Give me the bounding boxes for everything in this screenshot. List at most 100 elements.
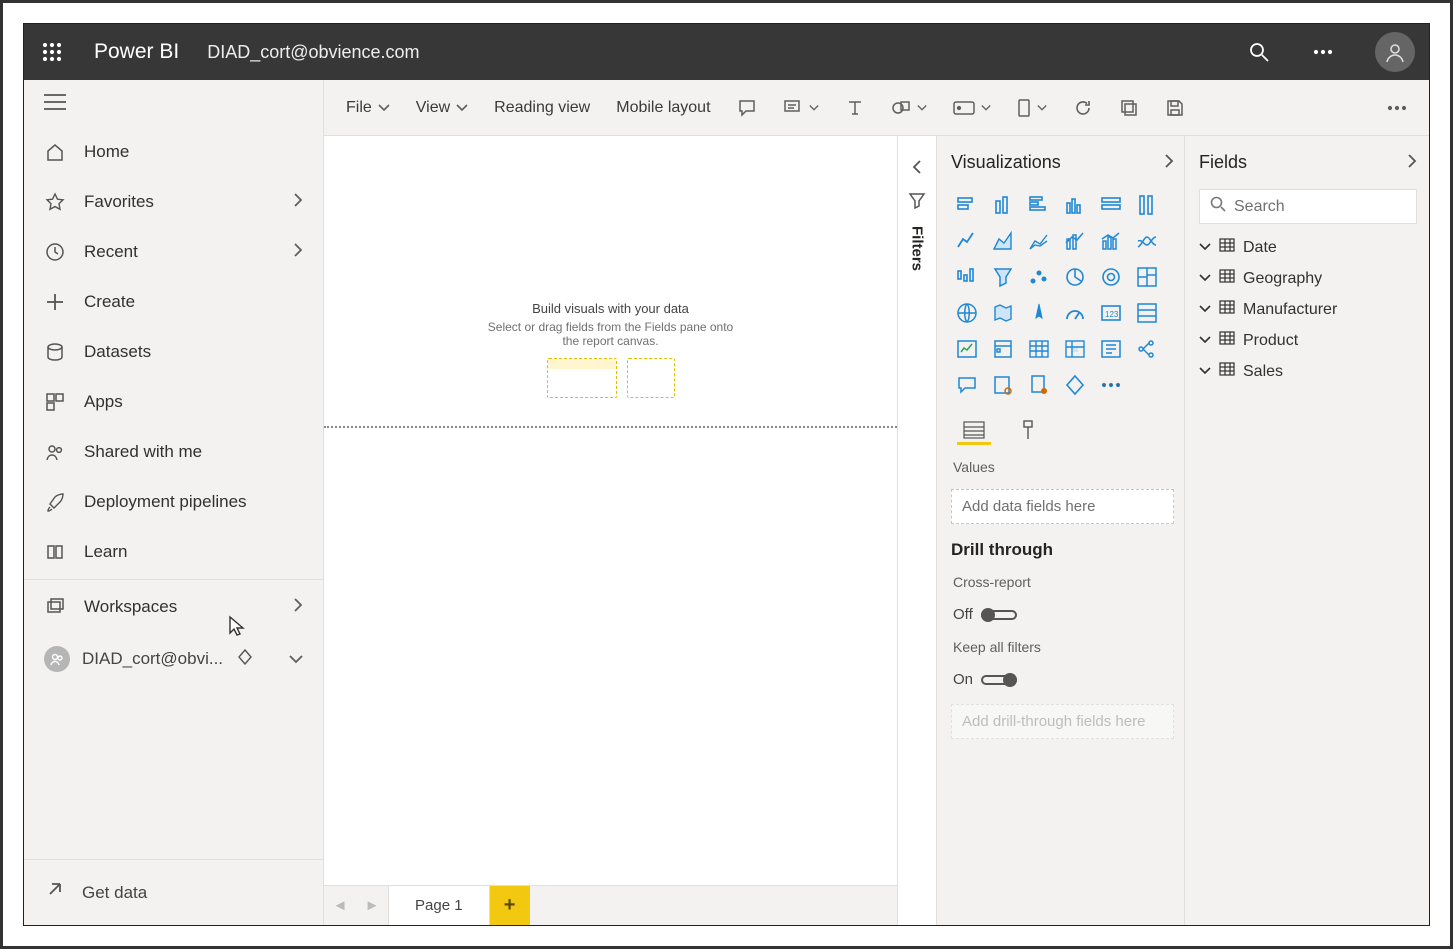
mobile-layout-button[interactable]: Mobile layout bbox=[610, 95, 716, 121]
nav-create[interactable]: Create bbox=[24, 277, 323, 327]
fields-search[interactable]: Search bbox=[1199, 189, 1417, 224]
left-nav: Home Favorites Recent Create Datasets bbox=[24, 80, 324, 925]
workspaces-icon bbox=[44, 596, 66, 618]
menu-label: View bbox=[416, 99, 450, 117]
viz-decomposition-icon[interactable] bbox=[1131, 333, 1163, 365]
keep-filters-toggle[interactable]: On bbox=[951, 669, 1174, 690]
field-table[interactable]: Sales bbox=[1199, 362, 1417, 381]
hamburger-icon[interactable] bbox=[24, 80, 323, 127]
viz-card-icon[interactable]: 123 bbox=[1095, 297, 1127, 329]
nav-shared[interactable]: Shared with me bbox=[24, 427, 323, 477]
app-launcher-icon[interactable] bbox=[38, 38, 66, 66]
chat-dropdown-icon[interactable] bbox=[777, 94, 825, 122]
global-header: Power BI DIAD_cort@obvience.com bbox=[24, 24, 1429, 80]
table-icon bbox=[1219, 362, 1235, 381]
nav-deployment-pipelines[interactable]: Deployment pipelines bbox=[24, 477, 323, 527]
values-drop-area[interactable]: Add data fields here bbox=[951, 489, 1174, 524]
viz-matrix-icon[interactable] bbox=[1059, 333, 1091, 365]
cross-report-toggle[interactable]: Off bbox=[951, 604, 1174, 625]
viz-map-icon[interactable] bbox=[951, 297, 983, 329]
more-icon[interactable] bbox=[1305, 34, 1341, 70]
viz-r-icon[interactable] bbox=[1095, 333, 1127, 365]
report-canvas[interactable]: Build visuals with your data Select or d… bbox=[324, 136, 897, 885]
nav-home[interactable]: Home bbox=[24, 127, 323, 177]
nav-get-data[interactable]: Get data bbox=[24, 859, 323, 925]
nav-favorites[interactable]: Favorites bbox=[24, 177, 323, 227]
viz-100stacked-column-icon[interactable] bbox=[1131, 189, 1163, 221]
chevron-right-icon[interactable] bbox=[1164, 152, 1174, 173]
viz-donut-icon[interactable] bbox=[1095, 261, 1127, 293]
menu-file[interactable]: File bbox=[340, 95, 396, 121]
shapes-dropdown-icon[interactable] bbox=[885, 94, 933, 122]
current-workspace[interactable]: DIAD_cort@obvi... bbox=[24, 632, 323, 686]
viz-area-icon[interactable] bbox=[987, 225, 1019, 257]
visual-dropdown-icon[interactable] bbox=[1011, 94, 1053, 122]
viz-ribbon-icon[interactable] bbox=[1131, 225, 1163, 257]
placeholder-graphic bbox=[481, 358, 741, 398]
viz-line-icon[interactable] bbox=[951, 225, 983, 257]
viz-more-icon[interactable] bbox=[1095, 369, 1127, 401]
viz-stacked-column-icon[interactable] bbox=[987, 189, 1019, 221]
viz-fields-tab[interactable] bbox=[957, 417, 991, 445]
reading-view-button[interactable]: Reading view bbox=[488, 95, 596, 121]
filters-pane-collapsed[interactable]: Filters bbox=[897, 136, 937, 925]
viz-clustered-bar-icon[interactable] bbox=[1023, 189, 1055, 221]
viz-slicer-icon[interactable] bbox=[987, 333, 1019, 365]
search-icon[interactable] bbox=[1241, 34, 1277, 70]
canvas-placeholder: Build visuals with your data Select or d… bbox=[481, 301, 741, 398]
viz-stacked-bar-icon[interactable] bbox=[951, 189, 983, 221]
field-table[interactable]: Geography bbox=[1199, 269, 1417, 288]
viz-format-tab[interactable] bbox=[1011, 417, 1045, 445]
page-prev-icon[interactable]: ◄ bbox=[324, 897, 356, 914]
viz-100stacked-bar-icon[interactable] bbox=[1095, 189, 1127, 221]
clock-icon bbox=[44, 241, 66, 263]
viz-gauge-icon[interactable] bbox=[1059, 297, 1091, 329]
nav-learn[interactable]: Learn bbox=[24, 527, 323, 577]
toolbar-more-icon[interactable] bbox=[1381, 101, 1413, 115]
field-table[interactable]: Product bbox=[1199, 331, 1417, 350]
drop-placeholder: Add data fields here bbox=[962, 498, 1095, 515]
viz-multirow-card-icon[interactable] bbox=[1131, 297, 1163, 329]
buttons-dropdown-icon[interactable] bbox=[947, 97, 997, 119]
field-label: Manufacturer bbox=[1243, 301, 1337, 319]
page-tab[interactable]: Page 1 bbox=[388, 886, 490, 925]
textbox-icon[interactable] bbox=[839, 94, 871, 122]
nav-workspaces[interactable]: Workspaces bbox=[24, 582, 323, 632]
viz-filled-map-icon[interactable] bbox=[987, 297, 1019, 329]
page-next-icon[interactable]: ► bbox=[356, 897, 388, 914]
copy-icon[interactable] bbox=[1113, 94, 1145, 122]
viz-azure-map-icon[interactable] bbox=[1023, 297, 1055, 329]
viz-waterfall-icon[interactable] bbox=[951, 261, 983, 293]
field-table[interactable]: Date bbox=[1199, 238, 1417, 257]
viz-line-clustered-icon[interactable] bbox=[1095, 225, 1127, 257]
breadcrumb-user[interactable]: DIAD_cort@obvience.com bbox=[207, 42, 419, 63]
arrow-out-icon bbox=[44, 880, 64, 905]
nav-label: Create bbox=[84, 292, 135, 312]
viz-stacked-area-icon[interactable] bbox=[1023, 225, 1055, 257]
viz-pie-icon[interactable] bbox=[1059, 261, 1091, 293]
viz-table-icon[interactable] bbox=[1023, 333, 1055, 365]
comment-icon[interactable] bbox=[731, 94, 763, 122]
save-icon[interactable] bbox=[1159, 94, 1191, 122]
refresh-icon[interactable] bbox=[1067, 94, 1099, 122]
nav-apps[interactable]: Apps bbox=[24, 377, 323, 427]
viz-funnel-icon[interactable] bbox=[987, 261, 1019, 293]
viz-key-influencers-icon[interactable] bbox=[987, 369, 1019, 401]
chevron-right-icon[interactable] bbox=[1407, 152, 1417, 173]
viz-kpi-icon[interactable] bbox=[951, 333, 983, 365]
viz-clustered-column-icon[interactable] bbox=[1059, 189, 1091, 221]
viz-scatter-icon[interactable] bbox=[1023, 261, 1055, 293]
viz-paginated-icon[interactable] bbox=[1023, 369, 1055, 401]
viz-line-column-icon[interactable] bbox=[1059, 225, 1091, 257]
field-table[interactable]: Manufacturer bbox=[1199, 300, 1417, 319]
add-page-button[interactable]: + bbox=[490, 886, 530, 925]
viz-python-icon[interactable] bbox=[1059, 369, 1091, 401]
nav-recent[interactable]: Recent bbox=[24, 227, 323, 277]
nav-datasets[interactable]: Datasets bbox=[24, 327, 323, 377]
viz-qna-icon[interactable] bbox=[951, 369, 983, 401]
pane-title: Visualizations bbox=[951, 152, 1061, 173]
menu-view[interactable]: View bbox=[410, 95, 474, 121]
user-avatar[interactable] bbox=[1375, 32, 1415, 72]
viz-treemap-icon[interactable] bbox=[1131, 261, 1163, 293]
drill-drop-area[interactable]: Add drill-through fields here bbox=[951, 704, 1174, 739]
